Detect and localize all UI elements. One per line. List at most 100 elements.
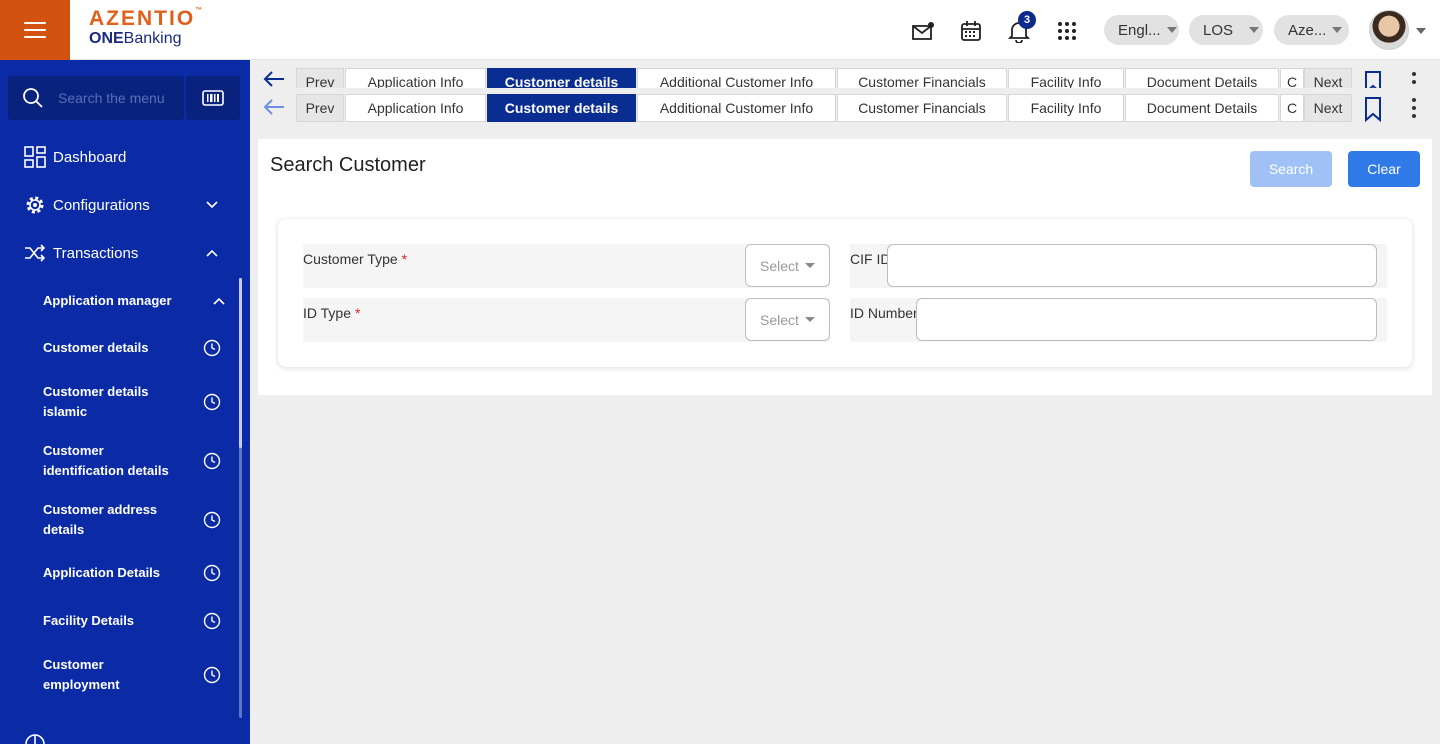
- cif-id-label: CIF ID: [850, 251, 891, 267]
- chevron-down-icon: [804, 317, 815, 322]
- logo-sub-bold: ONE: [89, 30, 124, 47]
- clock-icon: [203, 666, 221, 684]
- sidebar-scrollbar-thumb[interactable]: [239, 278, 242, 448]
- id-number-input[interactable]: [916, 298, 1377, 341]
- tab-customer-financials[interactable]: Customer Financials: [837, 94, 1007, 122]
- sidebar-item-transactions[interactable]: Transactions: [0, 240, 240, 266]
- id-number-row: ID Number: [850, 298, 1387, 342]
- tab-overflow[interactable]: C: [1280, 94, 1304, 122]
- required-marker: *: [355, 305, 361, 321]
- sidebar-item-partial[interactable]: [0, 732, 240, 744]
- chevron-down-icon: [1166, 27, 1177, 33]
- sidebar-item-customer-address-details[interactable]: Customer address details: [0, 500, 240, 540]
- tab-customer-details[interactable]: Customer details: [487, 68, 636, 88]
- sidebar-group-application-manager[interactable]: Application manager: [0, 290, 240, 312]
- back-arrow-icon[interactable]: [262, 98, 286, 116]
- tab-application-info[interactable]: Application Info: [345, 68, 486, 88]
- profile-chevron-down-icon[interactable]: [1416, 28, 1426, 34]
- sidebar-item-label: Customer employment: [43, 657, 120, 692]
- user-avatar[interactable]: [1369, 10, 1409, 50]
- back-arrow-icon[interactable]: [262, 70, 286, 88]
- report-icon: [24, 733, 46, 744]
- id-type-row: ID Type * Select: [303, 298, 830, 342]
- chevron-down-icon: [1332, 27, 1343, 33]
- tab-additional-customer-info[interactable]: Additional Customer Info: [637, 68, 836, 88]
- sidebar-item-label: Transactions: [53, 244, 139, 262]
- menu-search-input[interactable]: [58, 90, 178, 106]
- sidebar-item-label: Configurations: [53, 196, 150, 214]
- id-type-label: ID Type *: [303, 305, 361, 321]
- required-marker: *: [401, 251, 408, 267]
- tab-overflow[interactable]: C: [1280, 68, 1304, 88]
- next-label: Next: [1313, 100, 1343, 116]
- logo-trademark: ™: [195, 7, 205, 14]
- mail-icon[interactable]: [910, 18, 936, 44]
- clear-button[interactable]: Clear: [1348, 151, 1420, 187]
- barcode-scan-button[interactable]: [186, 76, 240, 120]
- tab-facility-info[interactable]: Facility Info: [1008, 94, 1124, 122]
- tab-label: Facility Info: [1030, 74, 1102, 88]
- prev-tab-button[interactable]: Prev: [296, 94, 344, 122]
- tab-label: Application Info: [367, 100, 464, 116]
- sidebar-item-customer-details-islamic[interactable]: Customer details islamic: [0, 382, 240, 422]
- sidebar-item-label: Customer identification details: [43, 443, 169, 478]
- more-options-icon[interactable]: [1412, 70, 1416, 86]
- clock-icon: [203, 452, 221, 470]
- customer-type-label: Customer Type *: [303, 251, 408, 267]
- apps-grid-icon[interactable]: [1054, 18, 1080, 44]
- sidebar-item-customer-identification-details[interactable]: Customer identification details: [0, 441, 240, 481]
- tab-label: Customer details: [504, 100, 619, 116]
- sidebar-item-facility-details[interactable]: Facility Details: [0, 611, 240, 631]
- tab-label: Customer Financials: [858, 74, 986, 88]
- menu-search-box[interactable]: [8, 76, 184, 120]
- notification-badge: 3: [1018, 11, 1036, 29]
- logo-wordmark: AZENTIO: [89, 7, 196, 30]
- chevron-up-icon: [206, 249, 218, 257]
- search-button[interactable]: Search: [1250, 151, 1332, 187]
- cif-id-input[interactable]: [887, 244, 1377, 287]
- prev-label: Prev: [305, 100, 335, 116]
- tab-customer-financials[interactable]: Customer Financials: [837, 68, 1007, 88]
- entity-select[interactable]: Aze...: [1274, 15, 1349, 45]
- tab-label: Application Info: [367, 74, 464, 88]
- sidebar-item-dashboard[interactable]: Dashboard: [0, 144, 240, 170]
- step-tabs-bar: Prev Application Info Customer details A…: [258, 94, 1440, 122]
- next-tab-button[interactable]: Next: [1304, 68, 1352, 88]
- prev-label: Prev: [305, 74, 335, 88]
- sidebar-item-application-details[interactable]: Application Details: [0, 563, 240, 583]
- search-form-card: Customer Type * Select CIF ID ID Type * Se…: [278, 219, 1412, 367]
- menu-toggle-button[interactable]: [0, 0, 70, 60]
- tab-facility-info[interactable]: Facility Info: [1008, 68, 1124, 88]
- tab-customer-details[interactable]: Customer details: [487, 94, 636, 122]
- tab-document-details[interactable]: Document Details: [1125, 68, 1279, 88]
- step-tabs-bar-shadow: Prev Application Info Customer details A…: [258, 68, 1440, 88]
- bookmark-icon[interactable]: [1362, 70, 1384, 88]
- chevron-down-icon: [206, 201, 218, 209]
- top-header: AZENTIO™ ONEBanking 3 Engl... LOS Aze...: [0, 0, 1440, 60]
- prev-tab-button[interactable]: Prev: [296, 68, 344, 88]
- sidebar-item-customer-employment[interactable]: Customer employment: [0, 655, 240, 695]
- clock-icon: [203, 393, 221, 411]
- tab-label: C: [1286, 100, 1298, 116]
- sidebar-item-label: Dashboard: [53, 148, 127, 166]
- sidebar-item-customer-details[interactable]: Customer details: [0, 338, 240, 358]
- tab-label: Facility Info: [1030, 100, 1102, 116]
- tab-application-info[interactable]: Application Info: [345, 94, 486, 122]
- tab-label: Document Details: [1146, 100, 1258, 116]
- next-tab-button[interactable]: Next: [1304, 94, 1352, 122]
- chevron-up-icon: [213, 297, 225, 305]
- sidebar-item-configurations[interactable]: Configurations: [0, 192, 240, 218]
- clock-icon: [203, 339, 221, 357]
- language-value: Engl...: [1118, 21, 1161, 39]
- id-number-label: ID Number: [850, 305, 918, 321]
- tab-additional-customer-info[interactable]: Additional Customer Info: [637, 94, 836, 122]
- bookmark-icon[interactable]: [1362, 96, 1384, 122]
- customer-type-select[interactable]: Select: [745, 244, 830, 287]
- calendar-icon[interactable]: [958, 18, 984, 44]
- tab-document-details[interactable]: Document Details: [1125, 94, 1279, 122]
- id-type-select[interactable]: Select: [745, 298, 830, 341]
- module-select[interactable]: LOS: [1189, 15, 1263, 45]
- language-select[interactable]: Engl...: [1104, 15, 1179, 45]
- hamburger-icon: [24, 20, 46, 41]
- more-options-icon[interactable]: [1412, 96, 1416, 120]
